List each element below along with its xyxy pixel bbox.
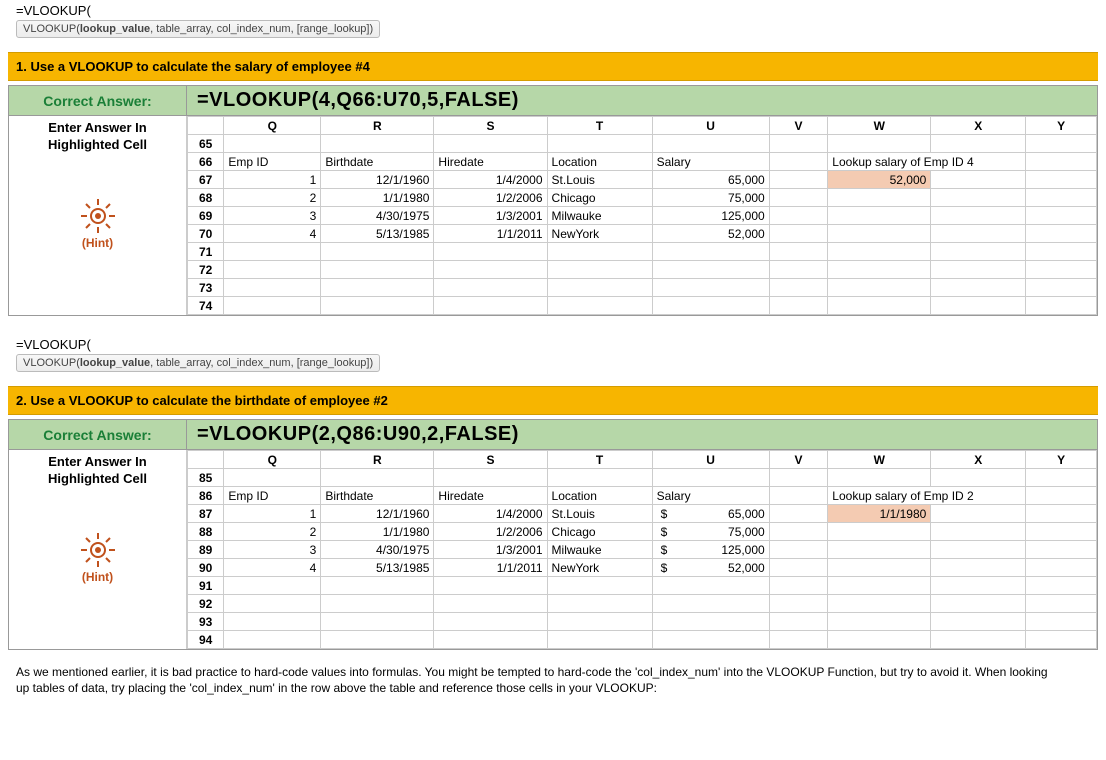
table-row[interactable]: 71 [188,243,1097,261]
column-header-row: Q R S T U V W X Y [188,451,1097,469]
formula-tooltip-1: VLOOKUP(lookup_value, table_array, col_i… [16,20,380,38]
answer-label-1: Correct Answer: [9,86,187,115]
col-T[interactable]: T [547,117,652,135]
answer-formula-1: =VLOOKUP(4,Q66:U70,5,FALSE) [187,86,1097,115]
table-row[interactable]: 87 1 12/1/1960 1/4/2000 St.Louis $65,000… [188,505,1097,523]
spreadsheet-2[interactable]: Q R S T U V W X Y 85 86 Emp ID Birthdate… [187,450,1097,649]
table-row[interactable]: 93 [188,613,1097,631]
answer-label-2: Correct Answer: [9,420,187,449]
table-row[interactable]: 70 4 5/13/1985 1/1/2011 NewYork 52,000 [188,225,1097,243]
lightbulb-icon [78,196,118,236]
col-R[interactable]: R [321,117,434,135]
table-row[interactable]: 69 3 4/30/1975 1/3/2001 Milwauke 125,000 [188,207,1097,225]
col-U[interactable]: U [652,117,769,135]
enter-answer-label-2: Enter Answer In Highlighted Cell [44,450,151,490]
column-header-row: Q R S T U V W X Y [188,117,1097,135]
table-row[interactable]: 66 Emp ID Birthdate Hiredate Location Sa… [188,153,1097,171]
formula-bar-1[interactable]: =VLOOKUP( [8,0,1098,18]
table-row[interactable]: 72 [188,261,1097,279]
col-Q[interactable]: Q [224,117,321,135]
result-cell-2[interactable]: 1/1/1980 [828,505,931,523]
hint-button-1[interactable]: (Hint) [78,196,118,250]
explanatory-text: As we mentioned earlier, it is bad pract… [8,650,1058,710]
col-U[interactable]: U [652,451,769,469]
answer-formula-2: =VLOOKUP(2,Q86:U90,2,FALSE) [187,420,1097,449]
table-row[interactable]: 85 [188,469,1097,487]
col-R[interactable]: R [321,451,434,469]
table-row[interactable]: 89 3 4/30/1975 1/3/2001 Milwauke $125,00… [188,541,1097,559]
col-X[interactable]: X [931,117,1026,135]
table-row[interactable]: 94 [188,631,1097,649]
hint-button-2[interactable]: (Hint) [78,530,118,584]
col-Q[interactable]: Q [224,451,321,469]
col-V[interactable]: V [769,451,828,469]
col-S[interactable]: S [434,117,547,135]
table-row[interactable]: 65 [188,135,1097,153]
col-X[interactable]: X [931,451,1026,469]
col-V[interactable]: V [769,117,828,135]
question-2-bar: 2. Use a VLOOKUP to calculate the birthd… [8,386,1098,415]
col-W[interactable]: W [828,451,931,469]
answer-row-2: Correct Answer: =VLOOKUP(2,Q86:U90,2,FAL… [8,419,1098,449]
hint-label-2: (Hint) [78,570,118,584]
col-T[interactable]: T [547,451,652,469]
col-S[interactable]: S [434,451,547,469]
hint-label-1: (Hint) [78,236,118,250]
table-row[interactable]: 73 [188,279,1097,297]
col-Y[interactable]: Y [1026,451,1097,469]
col-Y[interactable]: Y [1026,117,1097,135]
formula-bar-2[interactable]: =VLOOKUP( [8,334,1098,352]
table-row[interactable]: 67 1 12/1/1960 1/4/2000 St.Louis 65,000 … [188,171,1097,189]
table-row[interactable]: 74 [188,297,1097,315]
answer-row-1: Correct Answer: =VLOOKUP(4,Q66:U70,5,FAL… [8,85,1098,115]
table-row[interactable]: 91 [188,577,1097,595]
question-1-bar: 1. Use a VLOOKUP to calculate the salary… [8,52,1098,81]
table-row[interactable]: 92 [188,595,1097,613]
col-W[interactable]: W [828,117,931,135]
table-row[interactable]: 68 2 1/1/1980 1/2/2006 Chicago 75,000 [188,189,1097,207]
table-row[interactable]: 90 4 5/13/1985 1/1/2011 NewYork $52,000 [188,559,1097,577]
formula-tooltip-2: VLOOKUP(lookup_value, table_array, col_i… [16,354,380,372]
grid-1: Enter Answer In Highlighted Cell [8,115,1098,316]
spreadsheet-1[interactable]: Q R S T U V W X Y 65 66 Emp ID Birthdate… [187,116,1097,315]
lightbulb-icon [78,530,118,570]
enter-answer-label-1: Enter Answer In Highlighted Cell [44,116,151,156]
grid-2: Enter Answer In Highlighted Cell [8,449,1098,650]
table-row[interactable]: 86 Emp ID Birthdate Hiredate Location Sa… [188,487,1097,505]
table-row[interactable]: 88 2 1/1/1980 1/2/2006 Chicago $75,000 [188,523,1097,541]
result-cell-1[interactable]: 52,000 [828,171,931,189]
